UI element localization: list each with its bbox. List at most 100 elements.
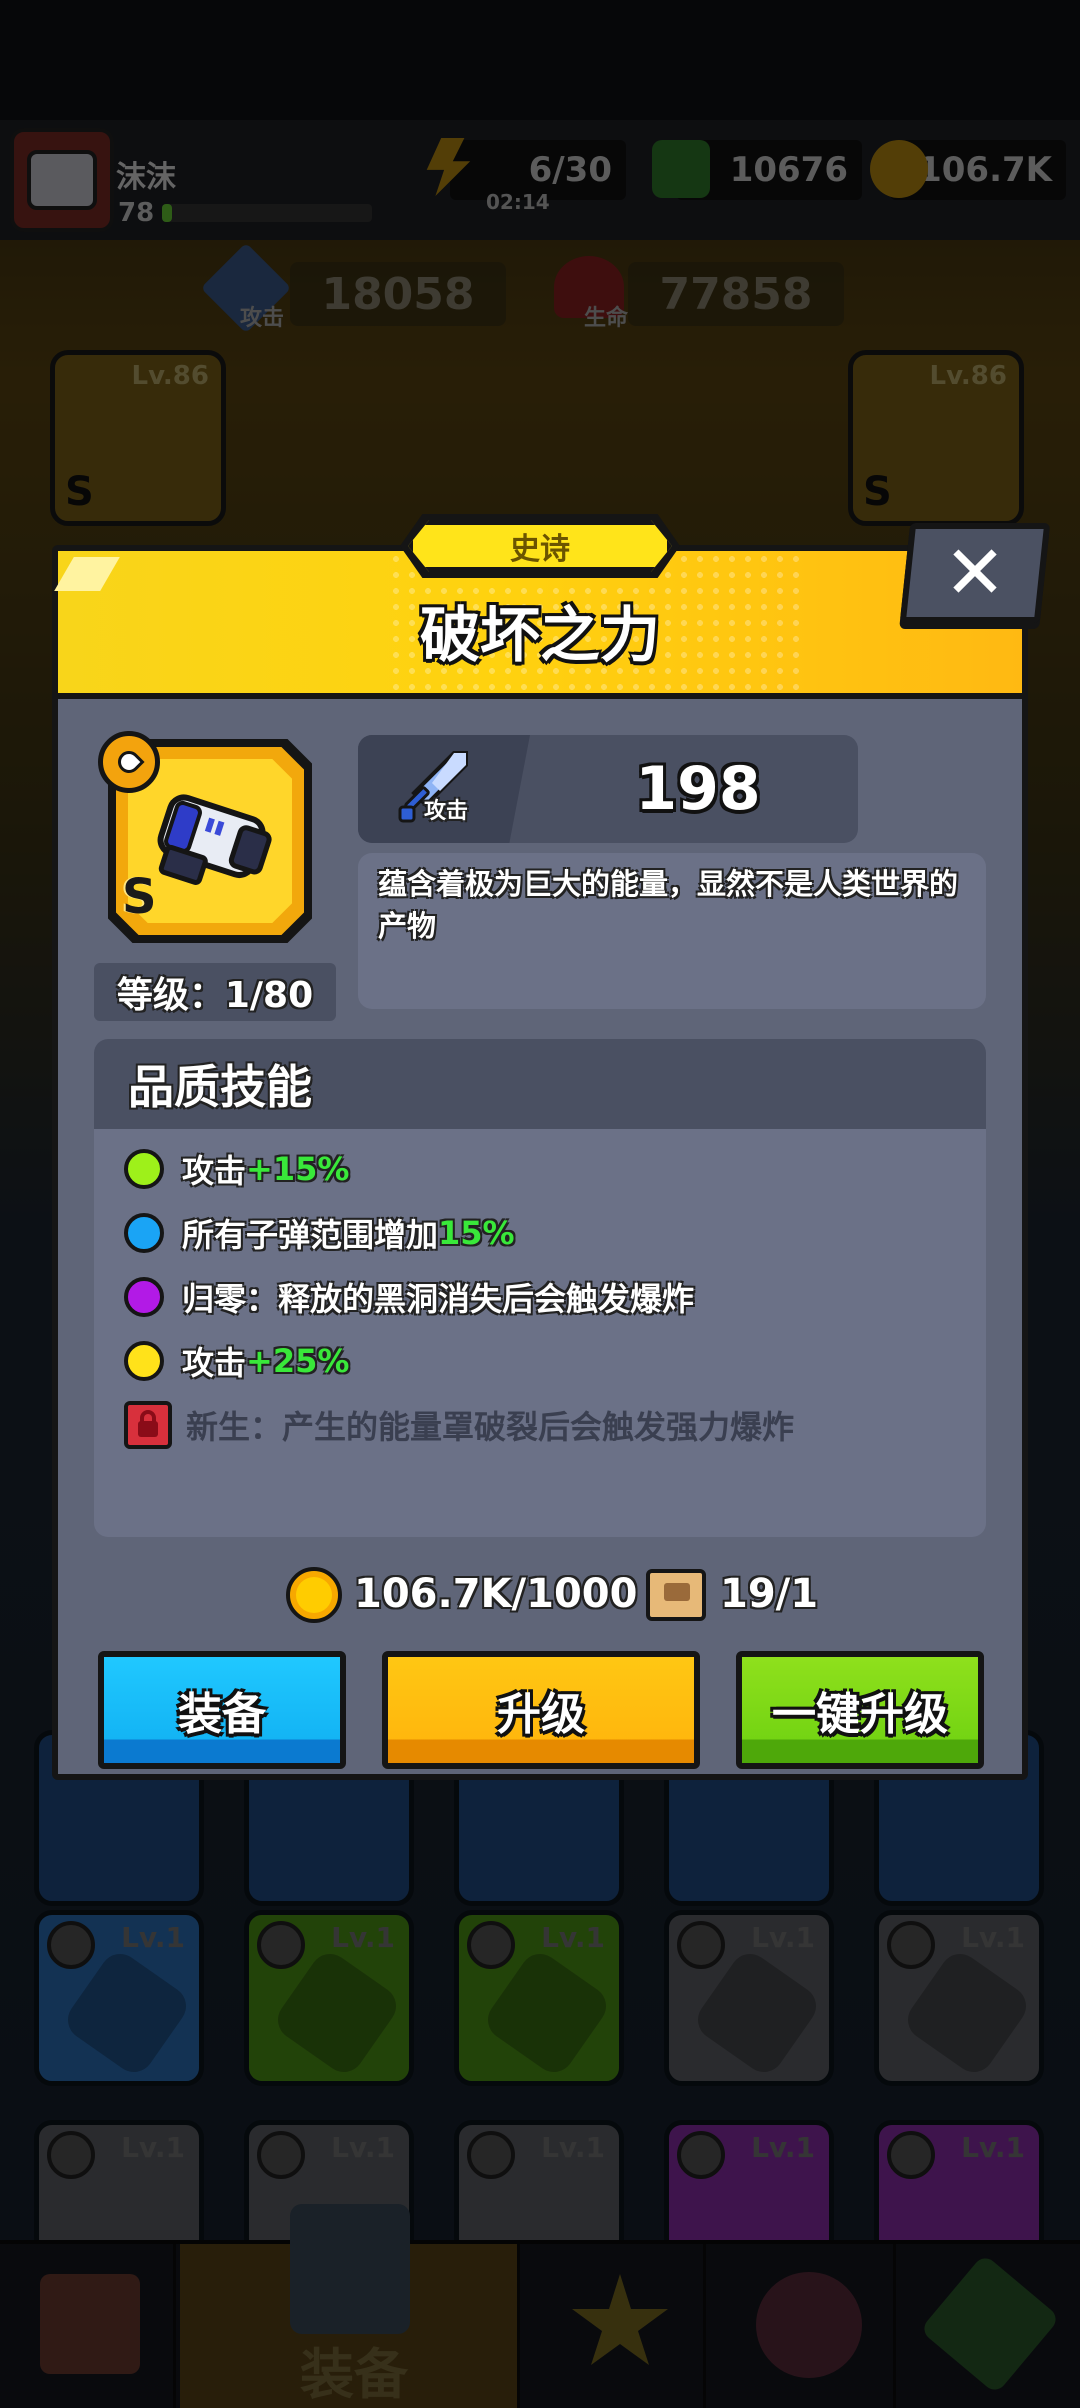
nav-world[interactable] xyxy=(720,2244,896,2408)
scroll-cost: 19/1 xyxy=(720,1571,819,1617)
skill-text: 归零：释放的黑洞消失后会触发爆炸 xyxy=(182,1280,695,1318)
skill-bonus: 15% xyxy=(438,1214,515,1252)
total-attack-label: 攻击 xyxy=(240,306,285,331)
player-level: 78 xyxy=(118,198,155,228)
upgrade-button[interactable]: 升级 xyxy=(382,1651,700,1769)
scroll-icon xyxy=(646,1569,706,1621)
player-name: 沫沫 xyxy=(116,160,176,195)
inventory-card[interactable]: Lv.1 xyxy=(664,1910,834,2086)
card-type-icon xyxy=(887,1921,935,1969)
total-hp-value: 77858 xyxy=(659,268,813,320)
lock-icon xyxy=(124,1401,172,1449)
attack-stat-label: 攻击 xyxy=(424,799,469,824)
upgrade-cost: 106.7K/1000 19/1 xyxy=(58,1559,1022,1629)
armor-slot-level: Lv.86 xyxy=(929,361,1007,391)
quality-skills-title: 品质技能 xyxy=(94,1039,986,1129)
item-description: 蕴含着极为巨大的能量，显然不是人类世界的产物 xyxy=(358,853,986,1009)
energy-value: 6/30 xyxy=(528,150,612,190)
armor-slot[interactable]: Lv.86 S xyxy=(848,350,1024,526)
total-hp-label: 生命 xyxy=(584,306,629,331)
player-avatar[interactable] xyxy=(10,128,114,232)
green-dot-icon xyxy=(124,1149,164,1189)
skill-bonus: +25% xyxy=(246,1342,350,1380)
item-grade: S xyxy=(122,869,157,925)
card-type-icon xyxy=(467,1921,515,1969)
gem-value: 10676 xyxy=(729,150,848,190)
total-attack: 18058 xyxy=(290,262,506,326)
attack-stat-box: 攻击 198 xyxy=(358,735,858,843)
card-level: Lv.1 xyxy=(961,2131,1025,2164)
yellow-dot-icon xyxy=(124,1341,164,1381)
skill-text: 攻击 xyxy=(182,1344,247,1382)
inventory-card[interactable]: Lv.1 xyxy=(244,1910,414,2086)
card-level: Lv.1 xyxy=(541,1921,605,1954)
card-type-icon xyxy=(887,2131,935,2179)
skill-text: 攻击 xyxy=(182,1152,247,1190)
card-level: Lv.1 xyxy=(751,1921,815,1954)
total-hp: 77858 xyxy=(628,262,844,326)
nav-shop[interactable] xyxy=(0,2244,176,2408)
card-type-icon xyxy=(677,2131,725,2179)
skill-text: 新生：产生的能量罩破裂后会触发强力爆炸 xyxy=(186,1408,795,1446)
xp-bar xyxy=(162,204,372,222)
item-detail-dialog: 破坏之力 S 等级：1/80 攻击 198 蕴含着极为巨大的能量，显然不是人类世… xyxy=(52,545,1028,1780)
card-level: Lv.1 xyxy=(541,2131,605,2164)
star-icon xyxy=(572,2274,668,2365)
card-type-icon xyxy=(677,1921,725,1969)
card-level: Lv.1 xyxy=(751,2131,815,2164)
close-button[interactable]: ✕ xyxy=(899,523,1051,623)
weapon-slot-grade: S xyxy=(65,469,94,515)
globe-icon xyxy=(756,2272,862,2378)
card-type-icon xyxy=(257,1921,305,1969)
skill-row: 攻击 +25% xyxy=(124,1331,349,1391)
quality-skills-panel: 品质技能 攻击 +15% 所有子弹范围增加 15% 归零：释放的黑洞消失后会触发… xyxy=(94,1039,986,1537)
skill-text: 所有子弹范围增加 xyxy=(182,1216,439,1254)
skill-row: 归零：释放的黑洞消失后会触发爆炸 xyxy=(124,1267,694,1327)
shop-icon xyxy=(40,2274,140,2374)
item-level: 等级：1/80 xyxy=(94,963,336,1021)
nav-skills[interactable] xyxy=(530,2244,706,2408)
item-level-text: 等级：1/80 xyxy=(116,975,314,1016)
equip-button[interactable]: 装备 xyxy=(98,1651,346,1769)
skill-row-locked: 新生：产生的能量罩破裂后会触发强力爆炸 xyxy=(124,1395,794,1455)
card-type-icon xyxy=(47,2131,95,2179)
card-level: Lv.1 xyxy=(121,2131,185,2164)
dna-icon xyxy=(919,2253,1061,2395)
skill-row: 攻击 +15% xyxy=(124,1139,349,1199)
one-click-upgrade-button-label: 一键升级 xyxy=(772,1689,948,1740)
nav-equipment-label: 装备 xyxy=(300,2343,408,2406)
attack-stat-value: 198 xyxy=(635,754,761,824)
weapon-type-icon xyxy=(113,746,145,778)
header-decoration xyxy=(54,557,120,591)
purple-dot-icon xyxy=(124,1277,164,1317)
gem-icon xyxy=(652,140,710,198)
nav-evolution[interactable] xyxy=(900,2244,1076,2408)
upgrade-button-label: 升级 xyxy=(497,1689,585,1740)
armor-slot-grade: S xyxy=(863,469,892,515)
one-click-upgrade-button[interactable]: 一键升级 xyxy=(736,1651,984,1769)
card-level: Lv.1 xyxy=(121,1921,185,1954)
coin-icon xyxy=(286,1567,342,1623)
inventory-card[interactable]: Lv.1 xyxy=(454,1910,624,2086)
equip-button-label: 装备 xyxy=(178,1689,266,1740)
weapon-slot-level: Lv.86 xyxy=(131,361,209,391)
rarity-tab: 史诗 xyxy=(408,520,672,572)
item-title: 破坏之力 xyxy=(420,601,660,671)
coin-value: 106.7K xyxy=(918,150,1052,190)
card-type-icon xyxy=(257,2131,305,2179)
inventory-card[interactable]: Lv.1 xyxy=(34,1910,204,2086)
skill-row: 所有子弹范围增加 15% xyxy=(124,1203,515,1263)
inventory-card[interactable]: Lv.1 xyxy=(874,1910,1044,2086)
avatar-face xyxy=(27,150,97,210)
item-type-badge xyxy=(98,731,160,793)
skill-bonus: +15% xyxy=(246,1150,350,1188)
weapon-slot[interactable]: Lv.86 S xyxy=(50,350,226,526)
coin-cost: 106.7K/1000 xyxy=(354,1571,638,1617)
coin-icon xyxy=(870,140,928,198)
card-type-icon xyxy=(47,1921,95,1969)
blue-dot-icon xyxy=(124,1213,164,1253)
close-icon: ✕ xyxy=(943,530,1006,616)
card-level: Lv.1 xyxy=(331,2131,395,2164)
card-level: Lv.1 xyxy=(961,1921,1025,1954)
card-type-icon xyxy=(467,2131,515,2179)
